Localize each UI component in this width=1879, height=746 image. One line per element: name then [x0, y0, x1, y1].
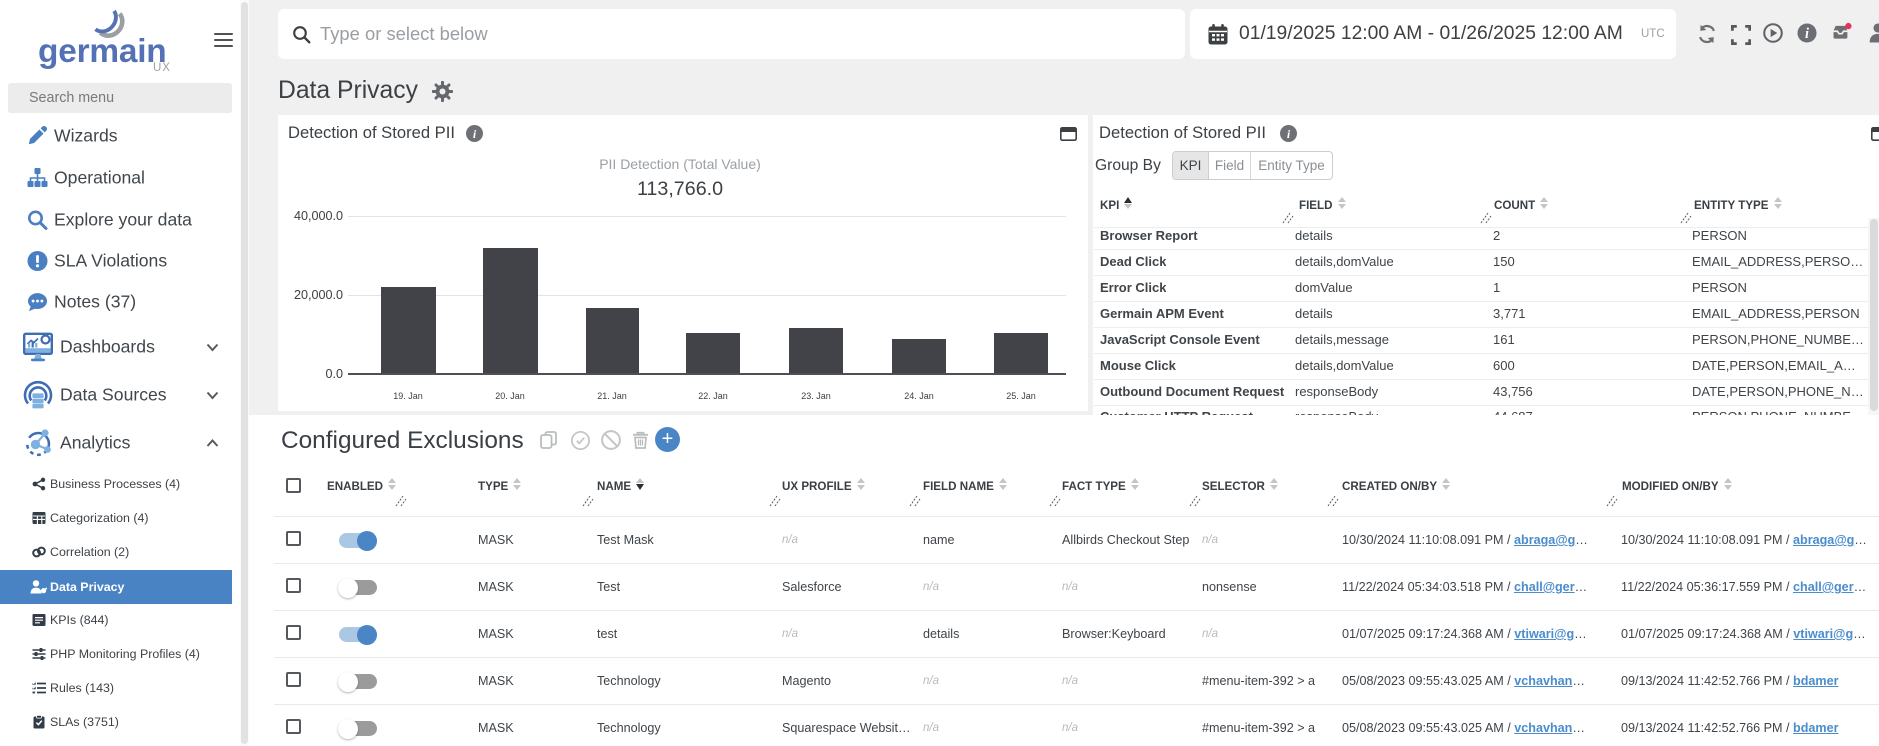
- svg-text:i: i: [1805, 26, 1809, 42]
